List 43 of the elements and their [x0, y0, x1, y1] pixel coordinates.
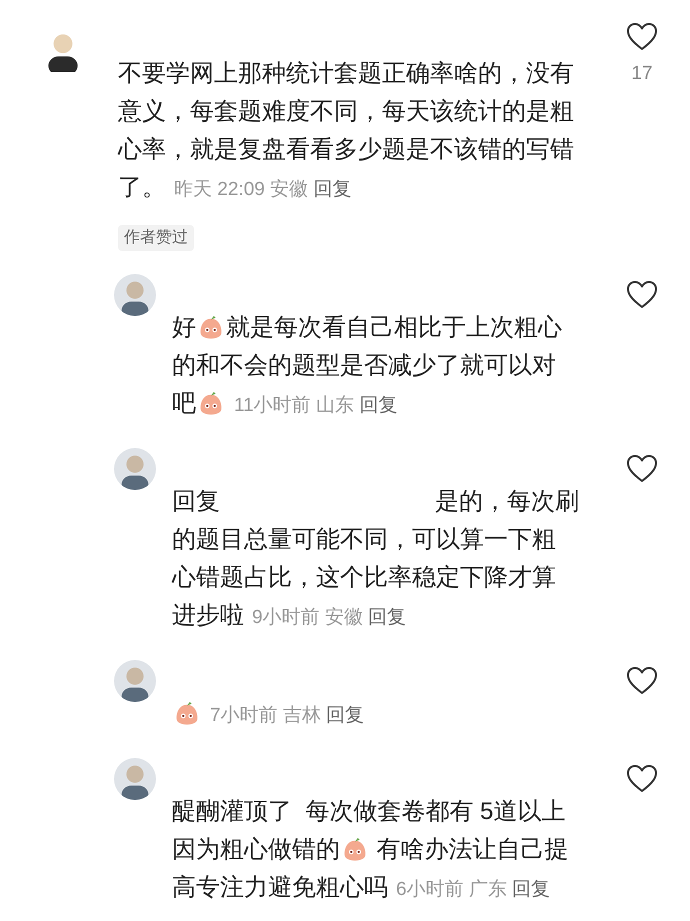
reply-link[interactable]: 回复	[512, 879, 550, 900]
comment-text: 因为粗心做错的	[172, 836, 340, 863]
comment-time: 11小时前	[234, 395, 311, 416]
like-heart-icon[interactable]	[626, 280, 658, 310]
comment-text: 是的，每次刷	[435, 488, 579, 515]
reply-link[interactable]: 回复	[368, 607, 406, 628]
comment-text: 不要学网上那种统计套题正确率啥的，没有	[118, 60, 574, 87]
comment-location: 安徽	[324, 607, 363, 628]
like-count: 17	[631, 62, 653, 86]
avatar	[114, 448, 156, 490]
comment-text: 高专注力避免粗心吗	[172, 874, 388, 901]
comment-location: 广东	[468, 879, 507, 900]
comment-text: 回复	[172, 488, 220, 515]
comment-text: 的题目总量可能不同，可以算一下粗	[172, 526, 556, 553]
avatar	[114, 660, 156, 702]
comment-text: 意义，每套题难度不同，每天该统计的是粗	[118, 98, 574, 125]
comment-text: 醍醐灌顶了 每次做套卷都有 5道以上	[172, 798, 566, 825]
like-heart-icon[interactable]	[626, 454, 658, 484]
avatar	[114, 274, 156, 316]
comment-text: 有啥办法让自己提	[376, 836, 569, 863]
comment-text: 好	[172, 314, 196, 341]
comment-text: 了。	[118, 174, 166, 201]
like-heart-icon[interactable]	[626, 666, 658, 696]
comment-text: 就是每次看自己相比于上次粗心	[226, 314, 562, 341]
comment-text: 心率，就是复盘看看多少题是不该错的写错	[118, 136, 574, 163]
comment-time: 7小时前	[210, 705, 278, 726]
comment-text: 进步啦	[172, 602, 244, 629]
author-liked-badge: 作者赞过	[118, 225, 194, 251]
comment-text: 心错题占比，这个比率稳定下降才算	[172, 564, 556, 591]
avatar	[114, 758, 156, 800]
comment-text: 吧	[172, 390, 196, 417]
reply-link[interactable]: 回复	[326, 705, 364, 726]
comment-time: 昨天 22:09	[174, 179, 265, 200]
comment-text: 的和不会的题型是否减少了就可以对	[172, 352, 556, 379]
reply-link[interactable]: 回复	[313, 179, 352, 200]
comment-time: 9小时前	[252, 607, 320, 628]
like-heart-icon[interactable]	[626, 22, 658, 52]
comment-location: 山东	[316, 395, 354, 416]
comment-location: 安徽	[270, 179, 308, 200]
like-heart-icon[interactable]	[626, 764, 658, 794]
comment-location: 吉林	[282, 705, 321, 726]
comment-time: 6小时前	[396, 879, 464, 900]
reply-link[interactable]: 回复	[359, 395, 398, 416]
